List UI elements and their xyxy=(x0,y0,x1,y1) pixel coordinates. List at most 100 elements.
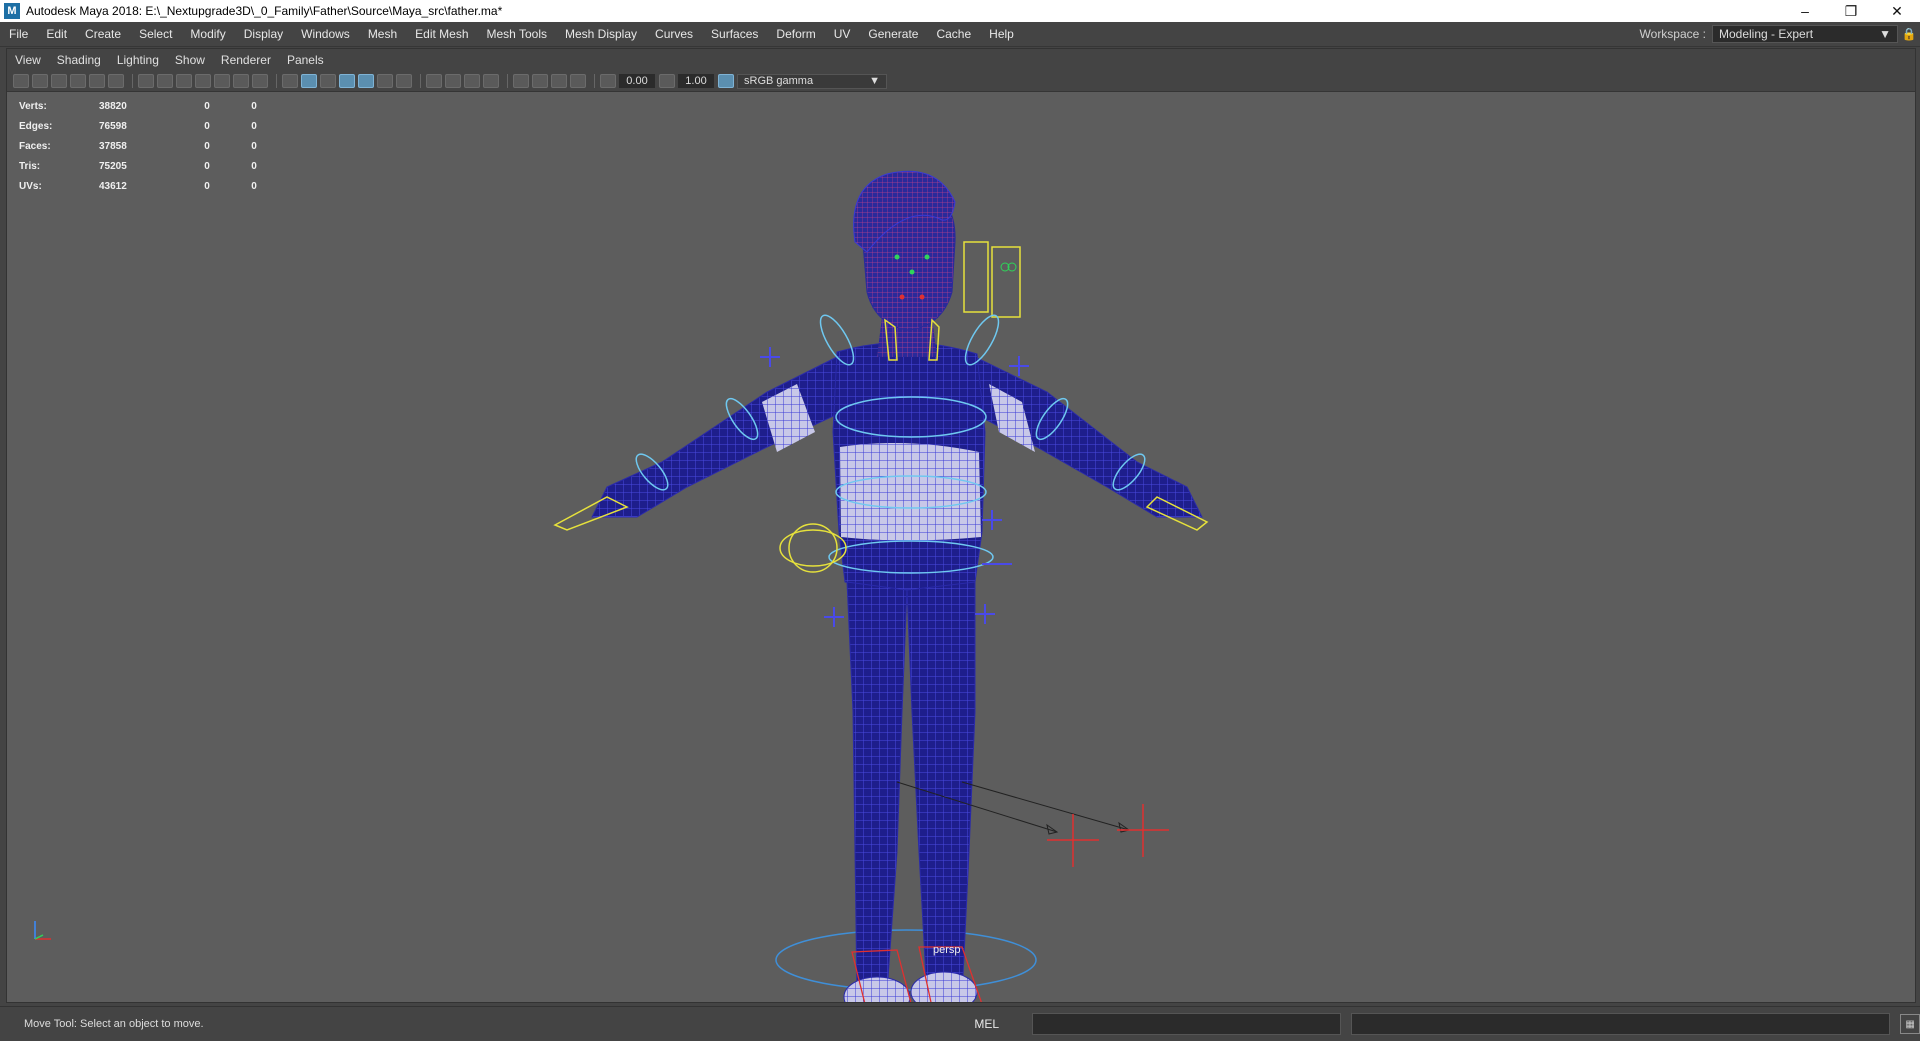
command-result-field xyxy=(1350,1013,1891,1035)
select-camera-icon[interactable] xyxy=(13,74,29,88)
grid-icon[interactable] xyxy=(138,74,154,88)
resolution-gate-icon[interactable] xyxy=(176,74,192,88)
3d-viewport[interactable]: Verts: 38820 0 0 Edges: 76598 0 0 Faces:… xyxy=(7,92,1915,1002)
camera-attributes-icon[interactable] xyxy=(32,74,48,88)
right-shoe-mesh xyxy=(910,971,978,1002)
sweater-stripe-light xyxy=(840,443,981,541)
panel-menu-view[interactable]: View xyxy=(7,53,49,67)
maya-app-icon: M xyxy=(4,3,20,19)
screen-space-ao-icon[interactable] xyxy=(426,74,442,88)
use-all-lights-icon[interactable] xyxy=(377,74,393,88)
menu-curves[interactable]: Curves xyxy=(646,22,702,46)
mel-language-toggle[interactable]: MEL xyxy=(974,1017,1031,1031)
xray-joints-icon[interactable] xyxy=(570,74,586,88)
smooth-shade-icon[interactable] xyxy=(301,74,317,88)
menu-generate[interactable]: Generate xyxy=(859,22,927,46)
color-management-icon[interactable] xyxy=(718,74,734,88)
panel-menu-show[interactable]: Show xyxy=(167,53,213,67)
face-control-point xyxy=(909,269,915,275)
depth-of-field-icon[interactable] xyxy=(483,74,499,88)
minimize-icon[interactable]: – xyxy=(1782,0,1828,22)
gate-mask-icon[interactable] xyxy=(195,74,211,88)
exposure-field[interactable]: 0.00 xyxy=(619,74,655,88)
menu-surfaces[interactable]: Surfaces xyxy=(702,22,767,46)
left-leg-mesh xyxy=(846,581,908,998)
face-control-point xyxy=(924,254,930,260)
menu-file[interactable]: File xyxy=(0,22,37,46)
wireframe-on-shaded-icon[interactable] xyxy=(339,74,355,88)
menu-deform[interactable]: Deform xyxy=(767,22,824,46)
viewport-panel: View Shading Lighting Show Renderer Pane… xyxy=(6,48,1916,1003)
film-gate-icon[interactable] xyxy=(157,74,173,88)
default-material-icon[interactable] xyxy=(320,74,336,88)
knee-pole-arrow xyxy=(1046,821,1131,835)
help-line: Move Tool: Select an object to move. xyxy=(24,1018,204,1030)
command-input[interactable] xyxy=(1031,1013,1341,1035)
xray-icon[interactable] xyxy=(532,74,548,88)
dropdown-arrow-icon: ▼ xyxy=(869,75,880,87)
menu-mesh[interactable]: Mesh xyxy=(359,22,406,46)
character-rig-view[interactable] xyxy=(7,92,1915,1002)
toolbar-separator xyxy=(594,74,595,88)
cog-control xyxy=(788,523,838,573)
gamma-icon[interactable] xyxy=(659,74,675,88)
workspace-selector-area: Workspace : Modeling - Expert ▼ 🔒 xyxy=(1640,22,1920,46)
view-transform-dropdown[interactable]: sRGB gamma ▼ xyxy=(737,73,887,89)
exposure-icon[interactable] xyxy=(600,74,616,88)
view-transform-value: sRGB gamma xyxy=(744,75,814,87)
isolate-select-icon[interactable] xyxy=(513,74,529,88)
cog-control-ring xyxy=(779,529,847,567)
restore-icon[interactable]: ❐ xyxy=(1828,0,1874,22)
script-editor-icon[interactable]: ▦ xyxy=(1900,1014,1920,1034)
menu-uv[interactable]: UV xyxy=(825,22,860,46)
dropdown-arrow-icon: ▼ xyxy=(1879,27,1891,41)
menu-mesh-tools[interactable]: Mesh Tools xyxy=(478,22,556,46)
textured-icon[interactable] xyxy=(358,74,374,88)
grease-pencil-icon[interactable] xyxy=(108,74,124,88)
wireframe-icon[interactable] xyxy=(282,74,298,88)
safe-action-icon[interactable] xyxy=(233,74,249,88)
right-leg-mesh xyxy=(906,581,976,998)
motion-blur-icon[interactable] xyxy=(445,74,461,88)
window-title: Autodesk Maya 2018: E:\_Nextupgrade3D\_0… xyxy=(26,4,503,18)
right-arm-mesh xyxy=(971,356,1203,518)
gamma-field[interactable]: 1.00 xyxy=(678,74,714,88)
camera-name-label: persp xyxy=(933,944,961,956)
menu-edit-mesh[interactable]: Edit Mesh xyxy=(406,22,477,46)
safe-title-icon[interactable] xyxy=(252,74,268,88)
panel-menu-panels[interactable]: Panels xyxy=(279,53,332,67)
face-control-point xyxy=(899,294,905,300)
2d-pan-zoom-icon[interactable] xyxy=(89,74,105,88)
panel-menu-lighting[interactable]: Lighting xyxy=(109,53,167,67)
multisample-aa-icon[interactable] xyxy=(464,74,480,88)
toolbar-separator xyxy=(507,74,508,88)
main-menu-bar: File Edit Create Select Modify Display W… xyxy=(0,22,1920,47)
field-chart-icon[interactable] xyxy=(214,74,230,88)
panel-menu-shading[interactable]: Shading xyxy=(49,53,109,67)
face-control-point xyxy=(894,254,900,260)
image-plane-icon[interactable] xyxy=(70,74,86,88)
xray-active-components-icon[interactable] xyxy=(551,74,567,88)
close-icon[interactable]: ✕ xyxy=(1874,0,1920,22)
menu-cache[interactable]: Cache xyxy=(927,22,980,46)
menu-windows[interactable]: Windows xyxy=(292,22,359,46)
title-bar: M Autodesk Maya 2018: E:\_Nextupgrade3D\… xyxy=(0,0,1920,22)
ground-ring-control xyxy=(775,929,1037,991)
panel-menu-renderer[interactable]: Renderer xyxy=(213,53,279,67)
lock-icon[interactable]: 🔒 xyxy=(1898,27,1920,41)
toolbar-separator xyxy=(420,74,421,88)
menu-help[interactable]: Help xyxy=(980,22,1023,46)
bookmarks-icon[interactable] xyxy=(51,74,67,88)
knee-pole-locator xyxy=(1047,804,1169,867)
shadows-icon[interactable] xyxy=(396,74,412,88)
menu-mesh-display[interactable]: Mesh Display xyxy=(556,22,646,46)
menu-create[interactable]: Create xyxy=(76,22,130,46)
menu-modify[interactable]: Modify xyxy=(181,22,234,46)
menu-select[interactable]: Select xyxy=(130,22,181,46)
menu-display[interactable]: Display xyxy=(235,22,292,46)
left-shoe-mesh xyxy=(843,976,911,1002)
workspace-dropdown[interactable]: Modeling - Expert ▼ xyxy=(1712,25,1898,43)
workspace-label: Workspace : xyxy=(1639,27,1706,41)
face-control-panel-right xyxy=(991,246,1021,318)
menu-edit[interactable]: Edit xyxy=(37,22,76,46)
